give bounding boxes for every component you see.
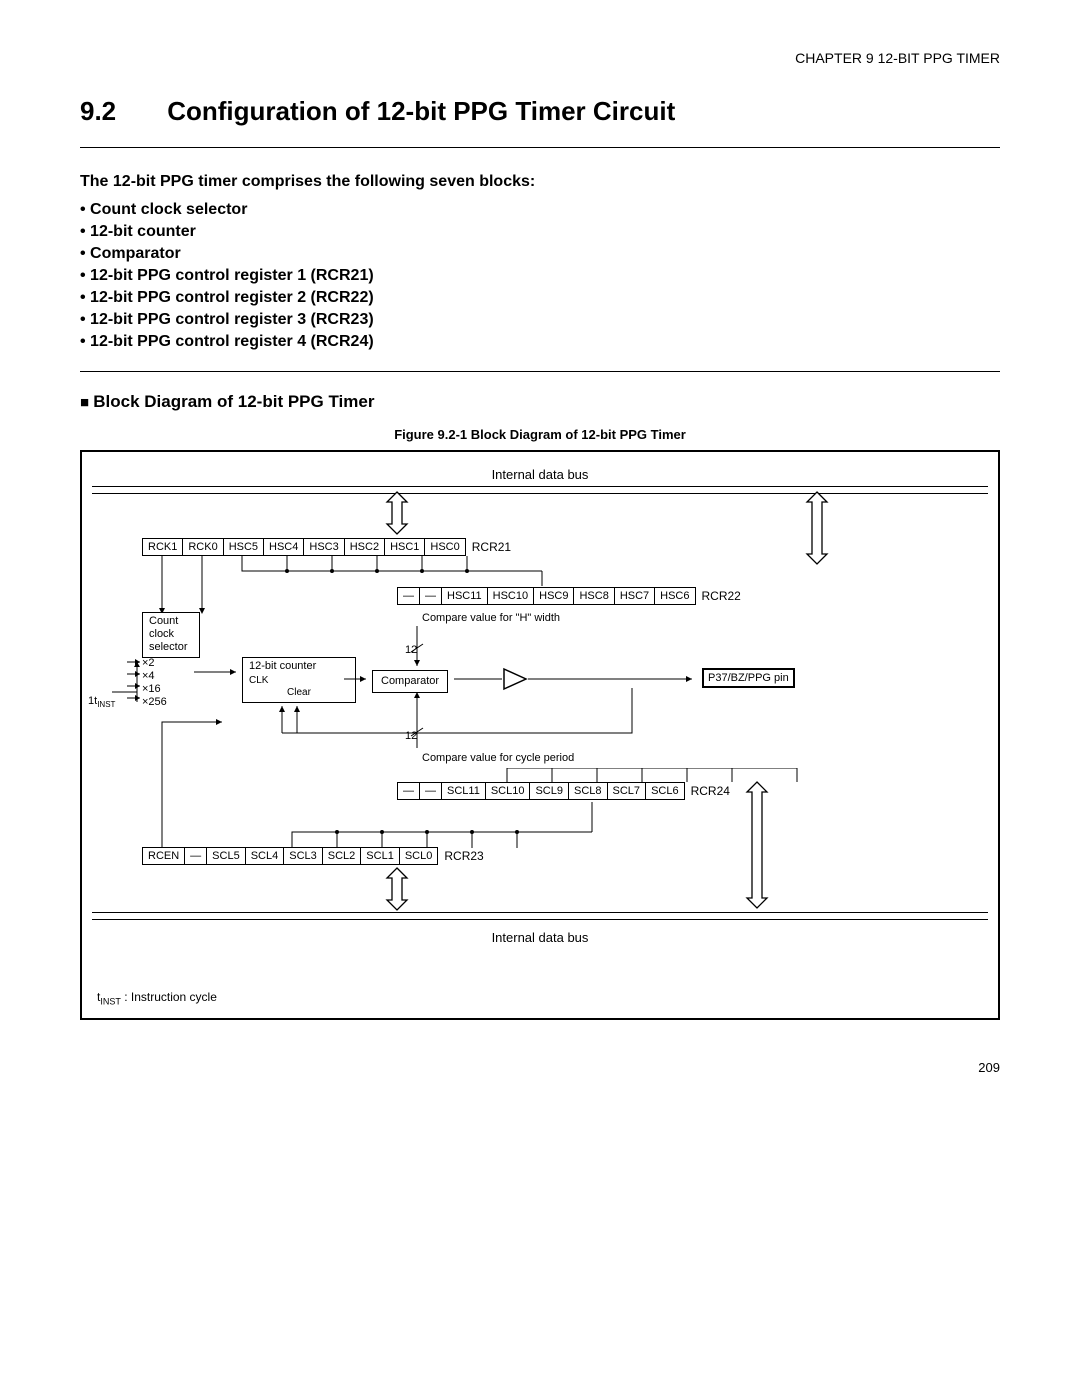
- mult-arrows-icon: [112, 657, 142, 712]
- chapter-header: CHAPTER 9 12-BIT PPG TIMER: [80, 50, 1000, 66]
- slash-arrow-icon: [407, 626, 427, 670]
- reg-bit: SCL4: [245, 848, 284, 865]
- line-icon: [454, 674, 502, 684]
- bullet-item: 12-bit PPG control register 1 (RCR21): [80, 267, 1000, 285]
- reg-bit: SCL3: [284, 848, 323, 865]
- reg-bit: RCK0: [183, 539, 223, 556]
- reg-bit: SCL1: [361, 848, 400, 865]
- reg-bit: —: [420, 588, 442, 605]
- reg-bit: HSC4: [264, 539, 304, 556]
- reg-bit: HSC10: [487, 588, 533, 605]
- section-title: 9.2 Configuration of 12-bit PPG Timer Ci…: [80, 96, 1000, 127]
- bullet-item: 12-bit PPG control register 3 (RCR23): [80, 311, 1000, 329]
- page-number: 209: [80, 1060, 1000, 1075]
- rule-bottom: [80, 371, 1000, 372]
- reg-bit: —: [398, 588, 420, 605]
- reg-bit: —: [185, 848, 207, 865]
- figure-caption: Figure 9.2-1 Block Diagram of 12-bit PPG…: [80, 427, 1000, 442]
- reg-bit: SCL2: [322, 848, 361, 865]
- reg-bit: HSC11: [442, 588, 488, 605]
- intro-text: The 12-bit PPG timer comprises the follo…: [80, 173, 1000, 191]
- rcr22-label: RCR22: [702, 589, 741, 603]
- bullet-item: Count clock selector: [80, 201, 1000, 219]
- pin-block: P37/BZ/PPG pin: [702, 668, 795, 688]
- count-clock-selector-block: Count clock selector: [142, 612, 200, 658]
- rcr21-label: RCR21: [472, 540, 511, 554]
- mult-label: ×2: [142, 657, 155, 669]
- arrow-icon: [528, 674, 698, 684]
- counter-label: 12-bit counter: [249, 660, 349, 673]
- reg-bit: SCL6: [646, 783, 685, 800]
- reg-bit: HSC8: [574, 588, 614, 605]
- section-title-text: Configuration of 12-bit PPG Timer Circui…: [167, 96, 675, 126]
- compare-h-label: Compare value for "H" width: [422, 612, 560, 624]
- bus-lines-top: [92, 486, 988, 494]
- bullet-item: 12-bit PPG control register 2 (RCR22): [80, 289, 1000, 307]
- reg-bit: HSC7: [614, 588, 654, 605]
- bus-label-top: Internal data bus: [92, 467, 988, 482]
- connector-lines: [142, 692, 642, 848]
- rcr23-label: RCR23: [444, 849, 483, 863]
- reg-bit: SCL5: [207, 848, 246, 865]
- bullet-list: Count clock selector 12-bit counter Comp…: [80, 201, 1000, 351]
- bullet-item: Comparator: [80, 245, 1000, 263]
- bullet-item: 12-bit PPG control register 4 (RCR24): [80, 333, 1000, 351]
- reg-bit: HSC1: [385, 539, 425, 556]
- reg-bit: HSC6: [655, 588, 695, 605]
- bullet-item: 12-bit counter: [80, 223, 1000, 241]
- section-number: 9.2: [80, 96, 160, 127]
- mult-label: ×4: [142, 670, 155, 682]
- reg-bit: HSC5: [223, 539, 263, 556]
- tinst-input: 1tINST: [88, 695, 115, 709]
- bus-lines-bottom: [92, 912, 988, 920]
- reg-bit: HSC2: [344, 539, 384, 556]
- block-diagram: Internal data bus RCK1 RCK0 HSC5 HSC4 HS…: [80, 450, 1000, 1020]
- subheading: Block Diagram of 12-bit PPG Timer: [80, 392, 1000, 412]
- rule-top: [80, 147, 1000, 148]
- bus-arrow-icon: [742, 780, 772, 910]
- reg-bit: HSC9: [534, 588, 574, 605]
- reg-bit: HSC3: [304, 539, 344, 556]
- rcr23-register: RCEN — SCL5 SCL4 SCL3 SCL2 SCL1 SCL0: [142, 847, 438, 865]
- rcr24-label: RCR24: [691, 784, 730, 798]
- reg-bit: HSC0: [425, 539, 465, 556]
- arrow-icon: [344, 674, 372, 684]
- arrow-icon: [194, 667, 242, 677]
- rcr21-register: RCK1 RCK0 HSC5 HSC4 HSC3 HSC2 HSC1 HSC0: [142, 538, 466, 556]
- rcr22-register: — — HSC11 HSC10 HSC9 HSC8 HSC7 HSC6: [397, 587, 696, 605]
- reg-bit: RCEN: [143, 848, 185, 865]
- bus-label-bottom: Internal data bus: [92, 930, 988, 945]
- footnote: tINST : Instruction cycle: [97, 990, 217, 1006]
- bus-arrow-icon: [802, 490, 832, 566]
- clk-label: CLK: [249, 675, 349, 687]
- bus-arrow-icon: [382, 866, 412, 912]
- reg-bit: SCL0: [399, 848, 438, 865]
- bus-arrow-icon: [382, 490, 412, 536]
- reg-bit: RCK1: [143, 539, 183, 556]
